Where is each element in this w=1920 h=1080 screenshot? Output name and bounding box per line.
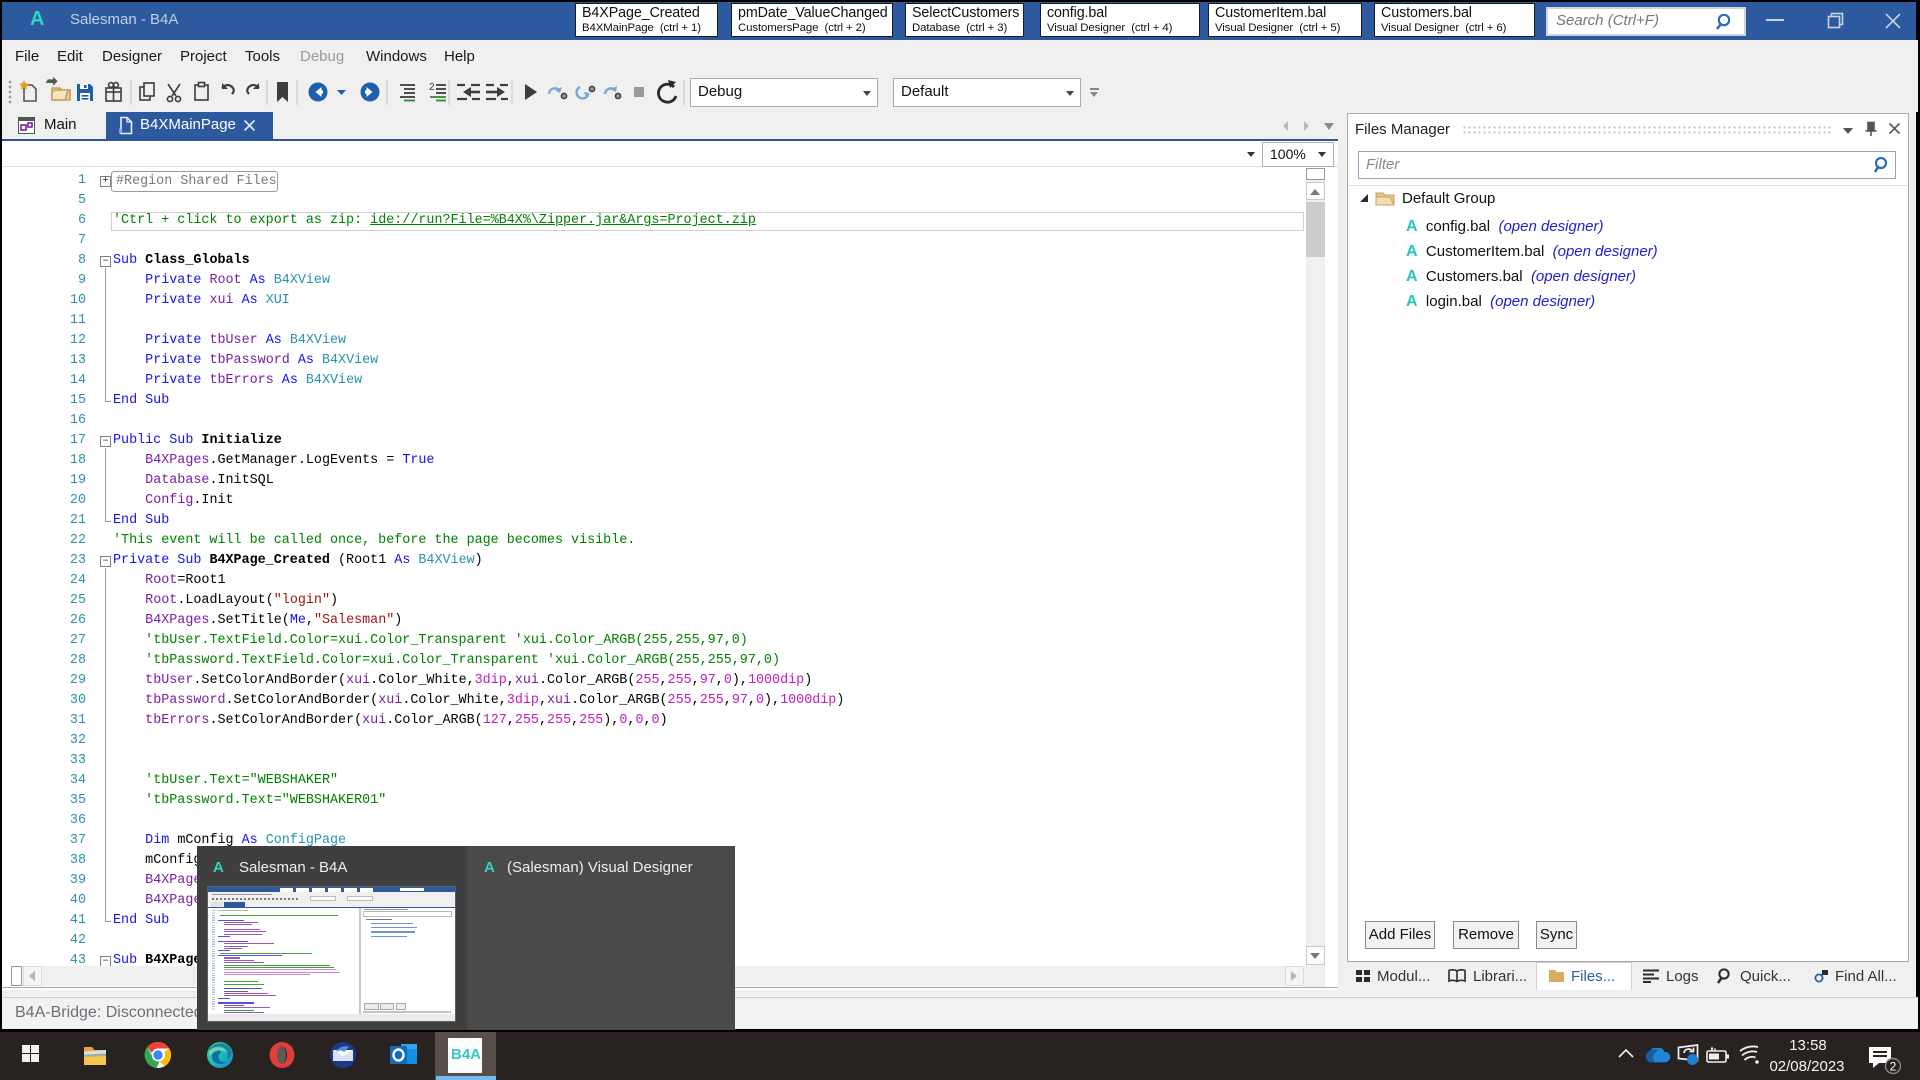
svg-text:2: 2 <box>429 82 435 93</box>
svg-text:2: 2 <box>1890 1060 1897 1074</box>
